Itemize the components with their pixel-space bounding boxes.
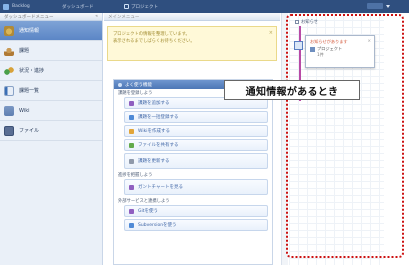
user-icon — [4, 45, 14, 56]
top-nav-dashboard[interactable]: ダッシュボード — [62, 4, 118, 10]
section-label: 進捗を把握しよう — [118, 173, 153, 178]
main-panel: メインメニュー プロジェクトの情報を整理しています。 表示されるまでしばらくお待… — [104, 13, 280, 265]
sidebar-item-label: 課題一覧 — [19, 88, 40, 94]
notice-line-1: プロジェクトの情報を整理しています。 — [113, 32, 190, 37]
task-label: Subversionを使う — [138, 223, 177, 228]
task-git[interactable]: Gitを使う — [124, 205, 268, 217]
doc-icon — [4, 105, 14, 116]
sidebar-collapse-button[interactable]: « — [95, 14, 98, 19]
pencil-icon — [129, 128, 134, 134]
task-label: 課題を追加する — [138, 101, 170, 106]
top-nav-project[interactable]: プロジェクト — [124, 4, 158, 10]
tasks-title: よく使う機能 — [125, 82, 152, 88]
notice-line-2: 表示されるまでしばらくお待ちください。 — [113, 39, 195, 44]
sidebar: ダッシュボードメニュー « 通知情報 課題 状況・進捗 課題一覧 Wiki ファ… — [0, 13, 103, 265]
task-gantt[interactable]: ガントチャートを見る — [124, 179, 268, 195]
chart-icon — [4, 65, 14, 76]
sidebar-item-wiki[interactable]: Wiki — [0, 101, 102, 121]
tasks-panel: よく使う機能 課題を登録しよう 課題を追加する 課題を一括登録する Wikiを作… — [113, 79, 273, 265]
list-icon — [4, 85, 14, 96]
task-update-issue[interactable]: 課題を更新する — [124, 153, 268, 169]
brand-name: Backlog — [12, 4, 30, 9]
task-label: 課題を更新する — [138, 159, 170, 164]
notice-close-button[interactable]: × — [269, 30, 273, 37]
highlight-frame — [286, 14, 404, 258]
sidebar-title: ダッシュボードメニュー — [4, 14, 54, 20]
logo-icon — [3, 3, 9, 10]
task-subversion[interactable]: Subversionを使う — [124, 219, 268, 231]
callout-label: 通知情報があるとき — [224, 80, 360, 100]
folder-icon — [129, 142, 134, 148]
sidebar-item-notifications[interactable]: 通知情報 — [0, 21, 102, 41]
table-icon — [129, 158, 134, 164]
project-icon — [124, 4, 129, 9]
file-icon — [4, 125, 14, 136]
sidebar-item-progress[interactable]: 状況・進捗 — [0, 61, 102, 81]
task-label: Gitを使う — [138, 209, 159, 214]
main-header: メインメニュー — [104, 13, 280, 21]
sidebar-item-label: ファイル — [19, 128, 40, 134]
top-bar: Backlog ダッシュボード プロジェクト — [0, 0, 409, 13]
task-share-file[interactable]: ファイルを共有する — [124, 139, 268, 151]
sidebar-header: ダッシュボードメニュー « — [0, 13, 102, 21]
sidebar-item-files[interactable]: ファイル — [0, 121, 102, 141]
user-menu[interactable] — [367, 3, 390, 9]
dot-icon — [118, 82, 122, 87]
task-label: ガントチャートを見る — [138, 185, 183, 190]
pin-icon — [129, 184, 134, 190]
sidebar-item-issue-list[interactable]: 課題一覧 — [0, 81, 102, 101]
bell-icon — [4, 25, 14, 36]
top-nav-project-label: プロジェクト — [131, 4, 158, 10]
sidebar-item-issues[interactable]: 課題 — [0, 41, 102, 61]
task-bulk-register[interactable]: 課題を一括登録する — [124, 111, 268, 123]
pin-icon — [129, 100, 134, 106]
task-label: 課題を一括登録する — [138, 115, 179, 120]
task-label: Wikiを作成する — [138, 129, 170, 134]
caret-down-icon — [386, 4, 390, 8]
task-create-wiki[interactable]: Wikiを作成する — [124, 125, 268, 137]
pin-icon — [129, 222, 134, 228]
notice-box: プロジェクトの情報を整理しています。 表示されるまでしばらくお待ちください。 × — [107, 26, 277, 61]
sidebar-item-label: Wiki — [19, 107, 30, 114]
stack-icon — [129, 114, 134, 120]
pin-icon — [129, 208, 134, 214]
sidebar-item-label: 課題 — [19, 48, 30, 54]
sidebar-item-label: 状況・進捗 — [19, 68, 45, 74]
task-label: ファイルを共有する — [138, 143, 179, 148]
sidebar-item-label: 通知情報 — [19, 28, 40, 34]
user-chip — [367, 3, 383, 9]
brand[interactable]: Backlog — [0, 3, 62, 10]
section-label: 外部サービスと連携しよう — [118, 199, 170, 204]
